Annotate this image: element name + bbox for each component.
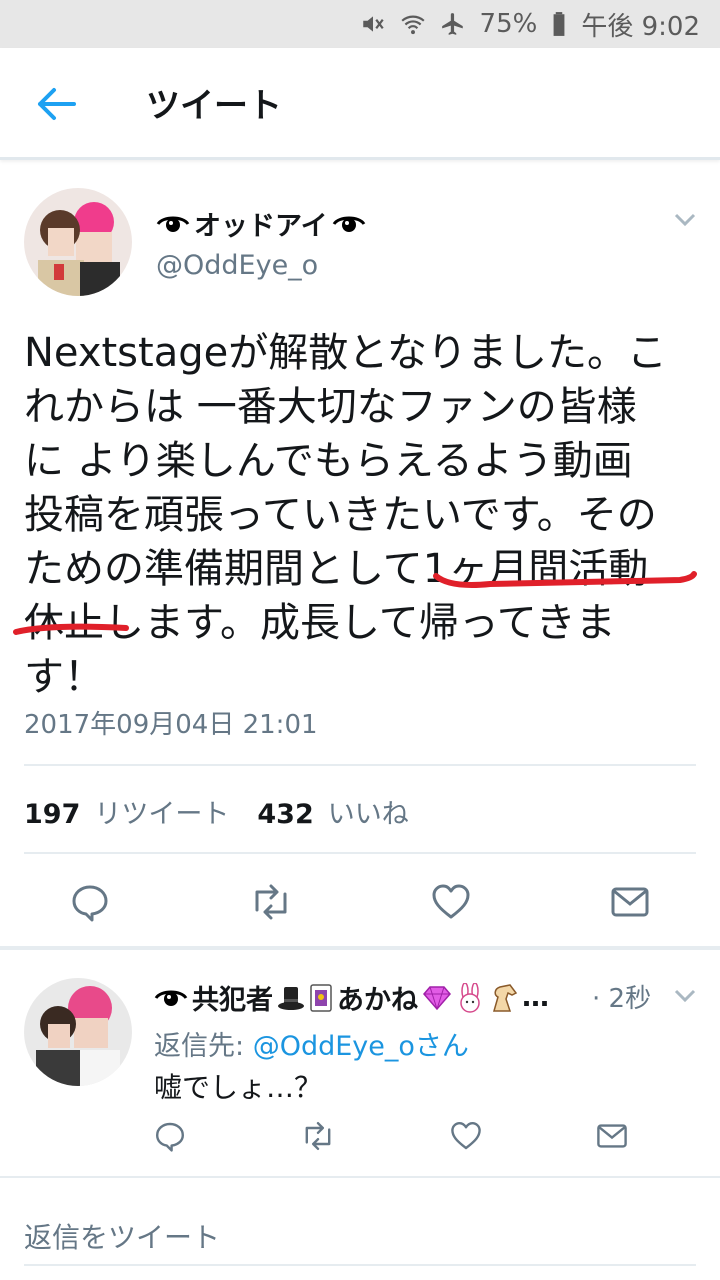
reply-name-ellipsis: … [522,982,549,1013]
like-count[interactable]: 432 [257,799,313,830]
user-handle[interactable]: @OddEye_o [156,250,318,281]
red-underline-annotation [433,571,697,588]
divider [24,852,696,854]
reply-to: 返信先: @OddEye_oさん [154,1024,469,1063]
like-icon[interactable] [431,882,471,922]
app-header: ツイート [0,48,720,160]
tweet-timestamp: 2017年09月04日 21:01 [24,710,318,740]
eye-icon [332,213,366,235]
section-divider [0,946,720,950]
eye-icon [154,987,188,1009]
reply-icon[interactable] [154,1120,186,1152]
retweet-label[interactable]: リツイート [94,792,229,831]
retweet-icon[interactable] [300,1120,336,1152]
battery-percent: 75% [479,9,538,39]
reply-compose-input[interactable]: 返信をツイート [24,1216,220,1256]
reply-to-link[interactable]: @OddEye_oさん [253,1031,469,1062]
reply-to-prefix: 返信先: [154,1031,253,1062]
horse-icon [488,983,518,1013]
display-name[interactable]: オッドアイ [156,204,366,243]
tweet-actions [70,882,650,922]
reply-icon[interactable] [70,882,110,922]
top-hat-icon [277,984,305,1012]
divider [24,1264,696,1266]
tweet-text-line: に より楽しんでもらえるよう動画 [24,438,633,484]
divider [24,764,696,766]
tweet-text-line: Nextstageが解散となりました。こ [24,330,668,376]
joker-card-icon [309,983,333,1012]
avatar[interactable] [24,188,132,296]
reply-time: · 2秒 [592,984,652,1014]
reply-name-text: 共犯者 [192,985,273,1016]
retweet-count[interactable]: 197 [24,799,80,830]
like-icon[interactable] [450,1120,482,1152]
reply-name-text-2: あかね [337,985,418,1016]
page-title: ツイート [146,86,282,126]
tweet-text-line: 投稿を頑張っていきたいです。その [24,492,657,538]
reply-display-name[interactable]: 共犯者 あかね … [154,978,549,1017]
tweet-text-line: す！ [24,654,104,700]
battery-icon [551,11,567,37]
divider [0,1176,720,1178]
gem-icon [422,985,452,1011]
display-name-text: オッドアイ [194,211,328,242]
chevron-down-icon[interactable] [674,212,696,227]
wifi-icon [400,11,426,37]
retweet-icon[interactable] [249,882,293,922]
eye-icon [156,213,190,235]
airplane-icon [440,11,466,37]
like-label[interactable]: いいね [328,792,409,831]
status-bar: 75% 午後 9:02 [0,0,720,48]
tweet-text: Nextstageが解散となりました。こ れからは 一番大切なファンの皆様 に … [24,326,704,704]
dm-icon[interactable] [596,1120,628,1152]
chevron-down-icon[interactable] [674,988,696,1003]
back-arrow-icon[interactable] [34,84,78,124]
clock: 午後 9:02 [581,11,700,42]
mute-icon [360,11,386,37]
reply-avatar[interactable] [24,978,132,1086]
tweet-text-line: れからは 一番大切なファンの皆様 [24,384,637,430]
dm-icon[interactable] [610,882,650,922]
rabbit-icon [456,982,484,1013]
reply-actions [154,1120,628,1152]
reply-text: 嘘でしょ…？ [154,1071,323,1104]
tweet-stats: 197 リツイート 432 いいね [24,792,423,831]
red-underline-annotation [13,623,129,635]
